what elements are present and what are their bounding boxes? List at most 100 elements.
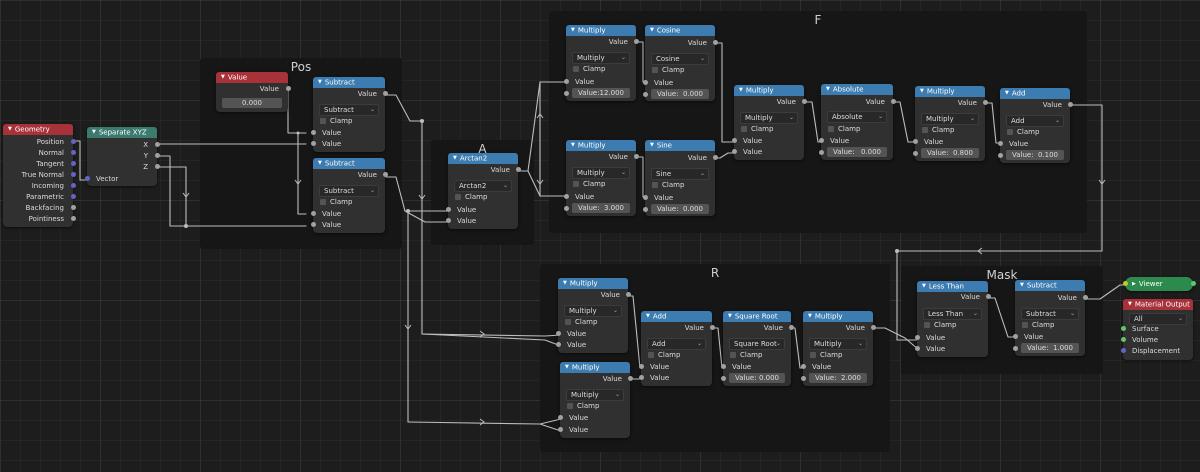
- socket-out[interactable]: [515, 167, 521, 172]
- square-root-node[interactable]: ▼ Square Root Value Square Root ⌄ Clamp Va…: [720, 311, 794, 386]
- socket-in-2[interactable]: [642, 207, 648, 212]
- node-header[interactable]: ▼ Multiply: [560, 362, 630, 373]
- operation-dropdown[interactable]: Multiply ⌄: [809, 338, 867, 350]
- socket-in-1[interactable]: [642, 80, 648, 85]
- collapse-arrow-icon[interactable]: ▼: [739, 87, 743, 93]
- value-field[interactable]: Value: 0.000: [651, 204, 709, 214]
- socket-viewer-in[interactable]: [1122, 281, 1128, 286]
- collapse-arrow-icon[interactable]: ▼: [453, 155, 457, 161]
- socket-in-2[interactable]: [638, 375, 644, 380]
- multiply-node-f1[interactable]: ▼ Multiply Value Multiply ⌄ Clamp Value Va…: [563, 25, 639, 101]
- node-header[interactable]: ▼ Subtract: [313, 77, 385, 88]
- operation-dropdown[interactable]: Subtract ⌄: [319, 104, 379, 116]
- socket-parametric[interactable]: [70, 194, 76, 199]
- clamp-checkbox[interactable]: Clamp: [320, 117, 352, 125]
- socket-in-2[interactable]: [310, 222, 316, 227]
- socket-in-2[interactable]: [1012, 346, 1018, 351]
- socket-in-1[interactable]: [642, 195, 648, 200]
- socket-in-1[interactable]: [563, 79, 569, 84]
- socket-out[interactable]: [633, 39, 639, 44]
- separate-xyz-node[interactable]: ▼ Separate XYZ X Y Z Vector: [84, 127, 160, 186]
- socket-out[interactable]: [788, 325, 794, 330]
- operation-dropdown[interactable]: Multiply ⌄: [566, 389, 624, 401]
- socket-in-1[interactable]: [720, 364, 726, 369]
- clamp-checkbox[interactable]: Clamp: [573, 65, 605, 73]
- clamp-checkbox[interactable]: Clamp: [652, 181, 684, 189]
- node-header[interactable]: ▼ Add: [1000, 88, 1070, 99]
- operation-dropdown[interactable]: Multiply ⌄: [921, 113, 979, 125]
- node-header[interactable]: ▼ Subtract: [1015, 280, 1085, 291]
- node-header[interactable]: ▼ Multiply: [558, 278, 628, 289]
- collapse-arrow-icon[interactable]: ▼: [571, 142, 575, 148]
- collapse-arrow-icon[interactable]: ▼: [563, 280, 567, 286]
- socket-in-1[interactable]: [800, 364, 806, 369]
- socket-value-out[interactable]: [285, 86, 291, 91]
- socket-in-2[interactable]: [642, 92, 648, 97]
- socket-in-2[interactable]: [563, 91, 569, 96]
- collapse-arrow-icon[interactable]: ▼: [1020, 282, 1024, 288]
- clamp-checkbox[interactable]: Clamp: [810, 351, 842, 359]
- node-header[interactable]: ▼ Multiply: [566, 25, 636, 36]
- socket-normal[interactable]: [70, 150, 76, 155]
- operation-dropdown[interactable]: Less Than ⌄: [923, 308, 982, 320]
- clamp-checkbox[interactable]: Clamp: [573, 180, 605, 188]
- subtract-node-2[interactable]: ▼ Subtract Value Subtract ⌄ Clamp Value Va…: [310, 158, 388, 233]
- multiply-node-r3[interactable]: ▼ Multiply Value Multiply ⌄ Clamp Value Va…: [800, 311, 876, 386]
- operation-dropdown[interactable]: Square Root ⌄: [729, 338, 785, 350]
- socket-in-2[interactable]: [914, 346, 920, 351]
- socket-in-2[interactable]: [557, 427, 563, 432]
- value-field[interactable]: Value: 1.000: [1021, 343, 1079, 353]
- socket-out[interactable]: [1067, 102, 1073, 107]
- collapse-arrow-icon[interactable]: ▼: [318, 79, 322, 85]
- socket-true-normal[interactable]: [70, 172, 76, 177]
- value-field[interactable]: Value: 2.000: [809, 373, 867, 383]
- clamp-checkbox[interactable]: Clamp: [828, 125, 860, 133]
- multiply-node-f3[interactable]: ▼ Multiply Value Multiply ⌄ Clamp Value Va…: [731, 85, 807, 160]
- socket-in-1[interactable]: [638, 364, 644, 369]
- node-editor[interactable]: Pos A F R Mask ▼ Geometry Position Norma…: [0, 0, 1200, 472]
- socket-out[interactable]: [625, 292, 631, 297]
- node-header[interactable]: ▼ Multiply: [803, 311, 873, 322]
- multiply-node-r2[interactable]: ▼ Multiply Value Multiply ⌄ Clamp Value Va…: [557, 362, 633, 438]
- socket-vector[interactable]: [84, 176, 90, 181]
- clamp-checkbox[interactable]: Clamp: [741, 125, 773, 133]
- geometry-node[interactable]: ▼ Geometry Position Normal Tangent True N…: [3, 124, 76, 227]
- socket-in-2[interactable]: [818, 150, 824, 155]
- node-header[interactable]: ▼ Subtract: [313, 158, 385, 169]
- multiply-node-f2[interactable]: ▼ Multiply Value Multiply ⌄ Clamp Value Va…: [563, 140, 639, 216]
- material-output-node[interactable]: ▼ Material Output All ⌄ Surface Volume Dis…: [1120, 299, 1193, 360]
- node-header[interactable]: ▼ Less Than: [917, 281, 988, 292]
- node-header[interactable]: ▼ Add: [641, 311, 712, 322]
- node-header[interactable]: ▶ Viewer: [1125, 277, 1193, 291]
- clamp-checkbox[interactable]: Clamp: [648, 351, 680, 359]
- collapse-arrow-icon[interactable]: ▼: [808, 313, 812, 319]
- clamp-checkbox[interactable]: Clamp: [730, 351, 762, 359]
- operation-dropdown[interactable]: Subtract ⌄: [1021, 308, 1079, 320]
- socket-in-2[interactable]: [800, 376, 806, 381]
- socket-in-1[interactable]: [310, 211, 316, 216]
- socket-out[interactable]: [382, 91, 388, 96]
- value-field[interactable]: Value: 0.000: [729, 373, 785, 383]
- value-node[interactable]: ▼ Value Value 0.000: [216, 72, 291, 112]
- socket-in-1[interactable]: [555, 331, 561, 336]
- socket-backfacing[interactable]: [70, 205, 76, 210]
- operation-dropdown[interactable]: Multiply ⌄: [564, 305, 622, 317]
- value-field[interactable]: Value: 3.000: [572, 203, 630, 213]
- node-header[interactable]: ▼ Value: [216, 72, 288, 83]
- value-field[interactable]: Value: 0.000: [827, 147, 887, 157]
- node-header[interactable]: ▼ Material Output: [1123, 299, 1193, 310]
- collapse-arrow-icon[interactable]: ▼: [92, 129, 96, 135]
- clamp-checkbox[interactable]: Clamp: [455, 193, 487, 201]
- socket-out[interactable]: [633, 154, 639, 159]
- add-node-r[interactable]: ▼ Add Value Add ⌄ Clamp Value Value: [638, 311, 715, 386]
- collapse-arrow-icon[interactable]: ▼: [826, 86, 830, 92]
- socket-out[interactable]: [627, 376, 633, 381]
- socket-out[interactable]: [870, 325, 876, 330]
- socket-z[interactable]: [154, 164, 160, 169]
- collapse-arrow-icon[interactable]: ▼: [728, 313, 732, 319]
- socket-out[interactable]: [801, 99, 807, 104]
- node-header[interactable]: ▼ Multiply: [566, 140, 636, 151]
- socket-out[interactable]: [709, 325, 715, 330]
- clamp-checkbox[interactable]: Clamp: [567, 402, 599, 410]
- operation-dropdown[interactable]: Sine ⌄: [651, 168, 709, 180]
